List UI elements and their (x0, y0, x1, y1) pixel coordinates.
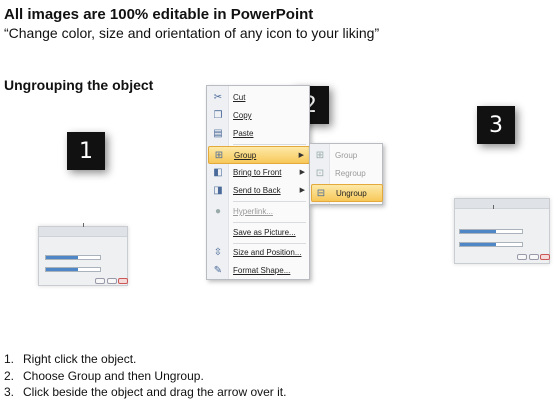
thumbnail-title-bar (455, 199, 549, 209)
thumbnail-close-button (540, 254, 550, 260)
scissors-icon: ✂ (213, 92, 223, 103)
step-badge-3: 3 (477, 106, 515, 144)
save-picture-icon (212, 227, 224, 239)
list-item: 3. Click beside the object and drag the a… (4, 385, 287, 399)
thumbnail-marker (493, 205, 494, 209)
submenu-item-regroup[interactable]: ⊡ Regroup (311, 165, 383, 183)
menu-item-copy[interactable]: ❐ Copy (208, 107, 310, 125)
submenu-arrow-icon: ▶ (298, 152, 304, 159)
list-item: 2. Choose Group and then Ungroup. (4, 368, 204, 383)
regroup-icon: ⊡ (315, 168, 325, 179)
thumbnail-button (517, 254, 527, 260)
menu-item-cut[interactable]: ✂ Cut (208, 89, 310, 107)
menu-item-format-shape[interactable]: ✎ Format Shape... (208, 262, 310, 280)
send-back-icon: ◨ (213, 185, 223, 196)
submenu-arrow-icon: ▶ (299, 169, 305, 176)
bring-front-icon: ◧ (213, 167, 223, 178)
format-shape-icon: ✎ (213, 265, 223, 276)
group-icon: ⊞ (214, 150, 224, 161)
group-icon: ⊞ (315, 150, 325, 161)
menu-item-paste[interactable]: ▤ Paste (208, 125, 310, 143)
context-menu: ✂ Cut ❐ Copy ▤ Paste ⊞ Group ▶ ◧ Bring t… (206, 85, 310, 280)
progress-bar (45, 255, 101, 260)
group-submenu: ⊞ Group ⊡ Regroup ⊟ Ungroup (309, 143, 383, 205)
grouped-object-thumbnail[interactable] (38, 223, 128, 286)
page-subtitle: “Change color, size and orientation of a… (4, 25, 380, 41)
progress-bar (459, 229, 523, 234)
hyperlink-icon: ● (214, 206, 222, 217)
menu-item-bring-to-front[interactable]: ◧ Bring to Front ▶ (208, 164, 310, 182)
thumbnail-close-button (118, 278, 128, 284)
menu-item-hyperlink[interactable]: ● Hyperlink... (208, 203, 310, 221)
thumbnail-button (95, 278, 105, 284)
menu-separator (233, 222, 306, 223)
progress-bar (459, 242, 523, 247)
section-heading: Ungrouping the object (4, 77, 154, 93)
submenu-item-group[interactable]: ⊞ Group (311, 147, 383, 165)
progress-bar (45, 267, 101, 272)
menu-item-send-to-back[interactable]: ◨ Send to Back ▶ (208, 182, 310, 200)
copy-icon: ❐ (213, 110, 223, 121)
instruction-list: 1. Right click the object. 2. Choose Group… (4, 351, 286, 401)
menu-item-save-as-picture[interactable]: Save as Picture... (208, 224, 310, 242)
menu-separator (233, 144, 306, 145)
paste-icon: ▤ (213, 128, 223, 139)
thumbnail-button (529, 254, 539, 260)
submenu-arrow-icon: ▶ (299, 187, 305, 194)
page-title: All images are 100% editable in PowerPoi… (4, 6, 314, 23)
list-item: 1. Right click the object. (4, 352, 137, 366)
thumbnail-title-bar (39, 227, 127, 237)
ungroup-icon: ⊟ (316, 188, 326, 199)
thumbnail-marker (83, 223, 84, 227)
menu-item-group[interactable]: ⊞ Group ▶ (208, 146, 310, 164)
step-badge-1: 1 (67, 132, 105, 170)
size-position-icon: ⇳ (213, 247, 223, 258)
submenu-item-ungroup[interactable]: ⊟ Ungroup (311, 184, 383, 202)
menu-item-size-and-position[interactable]: ⇳ Size and Position... (208, 244, 310, 262)
menu-separator (233, 201, 306, 202)
ungrouped-object-thumbnail[interactable] (454, 198, 550, 264)
thumbnail-button (107, 278, 117, 284)
